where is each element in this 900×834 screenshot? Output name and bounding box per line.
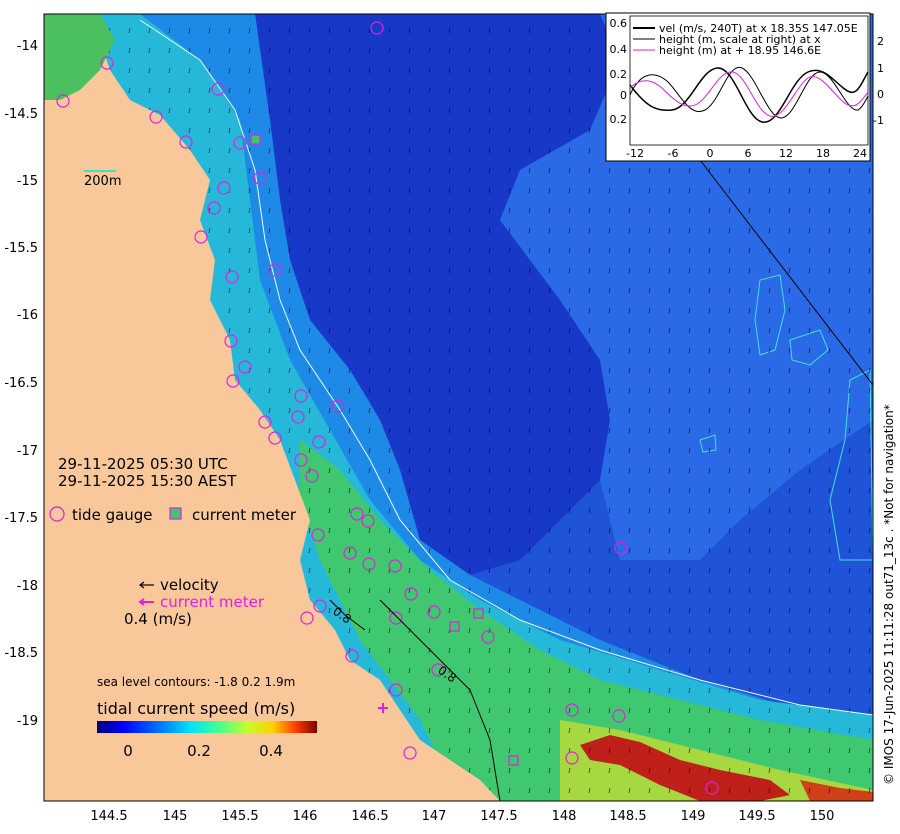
inset-x-tick: 18: [816, 147, 830, 160]
inset-left-tick: 0: [620, 89, 627, 102]
inset-x-tick: -6: [668, 147, 679, 160]
lon-tick-label: 148: [552, 809, 577, 824]
inset-x-tick: 12: [779, 147, 793, 160]
speed-scale-label: 0.4 (m/s): [124, 610, 192, 628]
longitude-axis: 144.5 145 145.5 146 146.5 147 147.5 148 …: [90, 809, 834, 824]
timestamp-utc: 29-11-2025 05:30 UTC: [58, 455, 228, 473]
credit-text: © IMOS 17-Jun-2025 11:11:28 out71_13c . …: [882, 404, 896, 785]
tidal-current-map: 0.8 0.8 -14 -14.5 -15 -15.5 -16 -16.5 -1…: [4, 12, 896, 824]
lon-tick-label: 145: [163, 809, 188, 824]
lat-tick-label: -16: [17, 308, 38, 323]
lon-tick-label: 146.5: [351, 809, 388, 824]
lat-tick-label: -18.5: [4, 646, 38, 661]
inset-right-tick: 2: [877, 35, 884, 48]
inset-x-tick: 24: [853, 147, 867, 160]
scale-bar-label: 200m: [84, 174, 121, 189]
colorbar-tick: 0.4: [259, 742, 283, 760]
inset-left-tick: 0.6: [610, 17, 628, 30]
current-meter: [449, 621, 460, 632]
lat-tick-label: -17.5: [4, 511, 38, 526]
inset-left-tick: 0.4: [610, 43, 628, 56]
tide-gauge-legend-label: tide gauge: [72, 506, 153, 524]
colorbar-tick: 0.2: [187, 742, 211, 760]
timestamp-local: 29-11-2025 15:30 AEST: [58, 472, 237, 490]
velocity-legend-label: velocity: [160, 576, 219, 594]
current-meter: [508, 755, 519, 766]
lat-tick-label: -14: [17, 39, 38, 54]
lat-tick-label: -18: [17, 579, 38, 594]
inset-x-tick: 0: [707, 147, 714, 160]
lat-tick-label: -17: [17, 444, 38, 459]
current-meter: [250, 134, 261, 145]
lon-tick-label: 146: [293, 809, 318, 824]
inset-legend-item: height (m) at + 18.95 146.6E: [659, 44, 821, 57]
inset-timeseries: vel (m/s, 240T) at x 18.35S 147.05E heig…: [605, 12, 884, 162]
colorbar-title: tidal current speed (m/s): [97, 699, 295, 718]
lon-tick-label: 149.5: [738, 809, 775, 824]
lat-tick-label: -19: [17, 714, 38, 729]
lon-tick-label: 145.5: [221, 809, 258, 824]
lon-tick-label: 147.5: [480, 809, 517, 824]
latitude-axis: -14 -14.5 -15 -15.5 -16 -16.5 -17 -17.5 …: [4, 39, 38, 729]
colorbar-tick: 0: [123, 742, 133, 760]
inset-right-tick: 0: [877, 88, 884, 101]
current-meter-legend-label: current meter: [192, 506, 297, 524]
inset-left-tick: 0.2: [610, 113, 628, 126]
inset-left-tick: 0.2: [610, 68, 628, 81]
lat-tick-label: -14.5: [4, 107, 38, 122]
current-meter-legend-icon: [169, 507, 182, 520]
lon-tick-label: 144.5: [90, 809, 127, 824]
lon-tick-label: 149: [681, 809, 706, 824]
inset-right-axis: 2 1 0 -1: [873, 35, 884, 127]
inset-right-tick: 1: [877, 62, 884, 75]
lon-tick-label: 147: [422, 809, 447, 824]
lon-tick-label: 150: [810, 809, 835, 824]
colorbar: [97, 721, 317, 733]
current-meter: [473, 608, 484, 619]
inset-right-tick: -1: [873, 114, 884, 127]
inset-x-tick: -12: [626, 147, 644, 160]
lat-tick-label: -16.5: [4, 376, 38, 391]
sea-level-contours-label: sea level contours: -1.8 0.2 1.9m: [97, 675, 295, 689]
current-meter-arrow-label: current meter: [160, 593, 265, 611]
lat-tick-label: -15.5: [4, 241, 38, 256]
lat-tick-label: -15: [17, 174, 38, 189]
lon-tick-label: 148.5: [609, 809, 646, 824]
inset-x-tick: 6: [745, 147, 752, 160]
